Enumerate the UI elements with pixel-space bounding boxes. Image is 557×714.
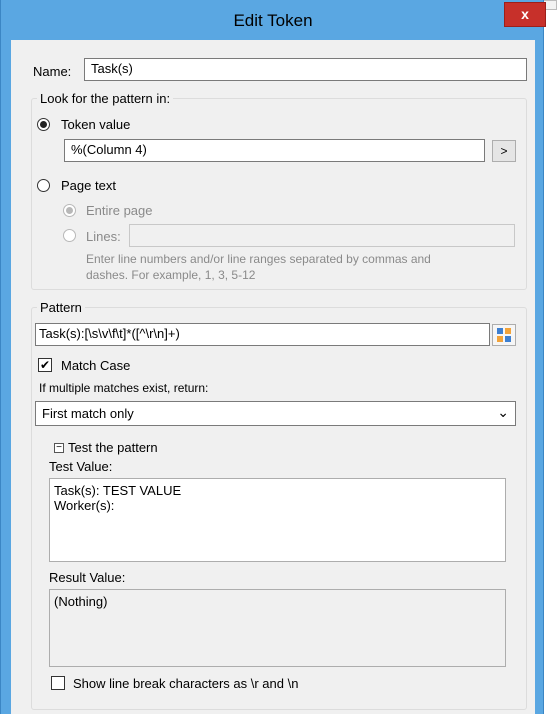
page-text-label: Page text	[61, 178, 116, 193]
edit-token-dialog: Edit Token x Name: Task(s) Look for the …	[0, 0, 546, 714]
test-pattern-toggle[interactable]: Test the pattern	[68, 440, 158, 455]
result-value-output: (Nothing)	[49, 589, 506, 667]
show-line-breaks-checkbox[interactable]	[51, 676, 65, 690]
dialog-title: Edit Token	[233, 11, 313, 30]
lines-help-text-line1: Enter line numbers and/or line ranges se…	[86, 252, 431, 266]
match-case-checkbox[interactable]: ✔	[38, 358, 52, 372]
result-value-label: Result Value:	[49, 570, 126, 585]
close-button[interactable]: x	[504, 2, 546, 27]
lines-help-text-line2: dashes. For example, 1, 3, 5-12	[86, 268, 256, 282]
lines-radio[interactable]	[63, 229, 76, 242]
token-value-browse-button[interactable]: >	[492, 140, 516, 162]
token-value-radio[interactable]	[37, 118, 50, 131]
test-value-label: Test Value:	[49, 459, 113, 474]
entire-page-radio[interactable]	[63, 204, 76, 217]
collapse-icon[interactable]: −	[54, 443, 64, 453]
test-value-input[interactable]: Task(s): TEST VALUE Worker(s):	[49, 478, 506, 562]
look-for-group-title: Look for the pattern in:	[37, 91, 174, 106]
token-value-label: Token value	[61, 117, 131, 132]
token-value-input[interactable]: %(Column 4)	[64, 139, 485, 162]
page-text-radio[interactable]	[37, 179, 50, 192]
pattern-input[interactable]: Task(s):[\s\v\f\t]*([^\r\n]+)	[35, 323, 490, 346]
match-case-label: Match Case	[61, 358, 131, 373]
title-bar[interactable]: Edit Token x	[1, 0, 546, 40]
dialog-client-area: Name: Task(s) Look for the pattern in: T…	[11, 40, 535, 714]
show-line-breaks-label: Show line break characters as \r and \n	[73, 676, 299, 691]
pattern-group-title: Pattern	[37, 300, 85, 315]
multiple-matches-value: First match only	[42, 406, 134, 421]
lines-label: Lines:	[86, 229, 121, 244]
multiple-matches-label: If multiple matches exist, return:	[39, 381, 209, 395]
lines-input[interactable]	[129, 224, 515, 247]
chevron-down-icon: ⌄	[497, 404, 509, 420]
entire-page-label: Entire page	[86, 203, 153, 218]
name-input[interactable]: Task(s)	[84, 58, 527, 81]
multiple-matches-dropdown[interactable]: First match only ⌄	[35, 401, 516, 426]
name-label: Name:	[33, 64, 72, 79]
grid-icon	[497, 328, 511, 342]
pattern-builder-button[interactable]	[492, 324, 516, 346]
